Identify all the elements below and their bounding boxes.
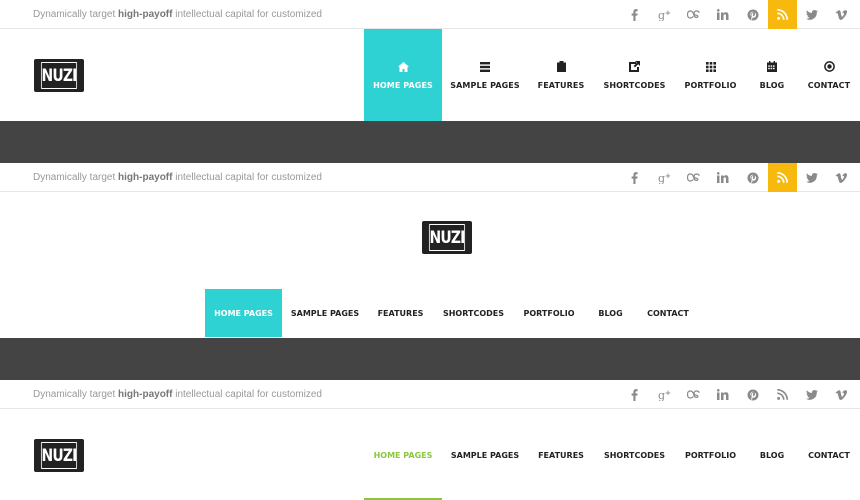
google-plus-icon[interactable]: g +: [650, 380, 680, 409]
tagline: Dynamically target high-payoff intellect…: [33, 389, 322, 400]
nav-item-blog[interactable]: BLOG: [746, 409, 798, 500]
dark-band: [0, 338, 860, 380]
grid-icon: [705, 60, 716, 73]
top-bar: Dynamically target high-payoff intellect…: [0, 380, 860, 409]
nav-item-shortcodes[interactable]: SHORTCODES: [433, 289, 514, 337]
google-plus-icon[interactable]: g +: [650, 0, 680, 29]
nav-item-shortcodes[interactable]: SHORTCODES: [594, 409, 675, 500]
nav-item-contact[interactable]: CONTACT: [798, 409, 860, 500]
nav-item-sample-pages[interactable]: SAMPLE PAGES: [442, 29, 528, 121]
nav-item-home-pages[interactable]: HOME PAGES: [205, 289, 282, 337]
svg-text:+: +: [665, 389, 671, 397]
pinterest-icon[interactable]: [738, 380, 768, 409]
pinterest-icon[interactable]: [738, 0, 768, 29]
facebook-icon[interactable]: [620, 163, 650, 192]
calendar-icon: [767, 60, 777, 73]
linkedin-icon[interactable]: [709, 0, 739, 29]
tagline: Dynamically target high-payoff intellect…: [33, 172, 322, 183]
logo[interactable]: NUZI: [422, 221, 472, 254]
pinterest-icon[interactable]: [738, 163, 768, 192]
social-icons: g +: [620, 163, 856, 192]
svg-text:g: g: [658, 389, 665, 401]
nav-item-shortcodes[interactable]: SHORTCODES: [594, 29, 675, 121]
header-centered-logo: NUZI HOME PAGES SAMPLE PAGES FEATURES SH…: [0, 193, 860, 338]
twitter-icon[interactable]: [797, 0, 827, 29]
home-icon: [397, 60, 409, 73]
top-bar: Dynamically target high-payoff intellect…: [0, 163, 860, 192]
nav-item-features[interactable]: FEATURES: [368, 289, 433, 337]
share-box-icon: [629, 60, 640, 73]
rss-icon[interactable]: [767, 0, 797, 29]
linkedin-icon[interactable]: [709, 380, 739, 409]
linkedin-icon[interactable]: [709, 163, 739, 192]
nav-item-features[interactable]: FEATURES: [528, 409, 594, 500]
top-bar: Dynamically target high-payoff intellect…: [0, 0, 860, 29]
social-icons: g +: [620, 0, 856, 29]
svg-text:+: +: [665, 9, 671, 17]
clipboard-icon: [556, 60, 566, 73]
nav-item-blog[interactable]: BLOG: [746, 29, 798, 121]
target-icon: [823, 60, 835, 73]
social-icons: g +: [620, 380, 856, 409]
vimeo-icon[interactable]: [827, 163, 857, 192]
header-underline-nav: NUZI HOME PAGES SAMPLE PAGES FEATURES SH…: [0, 409, 860, 500]
facebook-icon[interactable]: [620, 0, 650, 29]
twitter-icon[interactable]: [797, 380, 827, 409]
nav-item-contact[interactable]: CONTACT: [798, 29, 860, 121]
rss-icon[interactable]: [768, 380, 798, 409]
lastfm-icon[interactable]: [679, 380, 709, 409]
main-nav: HOME PAGES SAMPLE PAGES FEATURES SHORTCO…: [205, 289, 699, 337]
logo[interactable]: NUZI: [34, 59, 84, 92]
svg-text:+: +: [665, 172, 671, 180]
nav-item-sample-pages[interactable]: SAMPLE PAGES: [282, 289, 368, 337]
nav-item-home-pages[interactable]: HOME PAGES: [364, 29, 442, 121]
logo[interactable]: NUZI: [34, 439, 84, 472]
header-left-logo: NUZI HOME PAGES SAMPLE PAGES FEATURES SH…: [0, 29, 860, 121]
nav-item-sample-pages[interactable]: SAMPLE PAGES: [442, 409, 528, 500]
nav-item-home-pages[interactable]: HOME PAGES: [364, 409, 442, 500]
tagline: Dynamically target high-payoff intellect…: [33, 9, 322, 20]
facebook-icon[interactable]: [620, 380, 650, 409]
vimeo-icon[interactable]: [827, 0, 857, 29]
nav-item-portfolio[interactable]: PORTFOLIO: [514, 289, 584, 337]
main-nav: HOME PAGES SAMPLE PAGES FEATURES SHORTCO…: [364, 29, 860, 121]
nav-item-blog[interactable]: BLOG: [584, 289, 637, 337]
main-nav: HOME PAGES SAMPLE PAGES FEATURES SHORTCO…: [364, 409, 860, 500]
nav-item-portfolio[interactable]: PORTFOLIO: [675, 409, 746, 500]
rss-icon[interactable]: [767, 163, 797, 192]
nav-item-features[interactable]: FEATURES: [528, 29, 594, 121]
lastfm-icon[interactable]: [679, 0, 709, 29]
twitter-icon[interactable]: [797, 163, 827, 192]
google-plus-icon[interactable]: g +: [650, 163, 680, 192]
svg-text:g: g: [658, 9, 665, 21]
list-icon: [480, 60, 490, 73]
nav-item-contact[interactable]: CONTACT: [637, 289, 699, 337]
nav-item-portfolio[interactable]: PORTFOLIO: [675, 29, 746, 121]
lastfm-icon[interactable]: [679, 163, 709, 192]
dark-band: [0, 121, 860, 163]
vimeo-icon[interactable]: [827, 380, 857, 409]
svg-text:g: g: [658, 172, 665, 184]
